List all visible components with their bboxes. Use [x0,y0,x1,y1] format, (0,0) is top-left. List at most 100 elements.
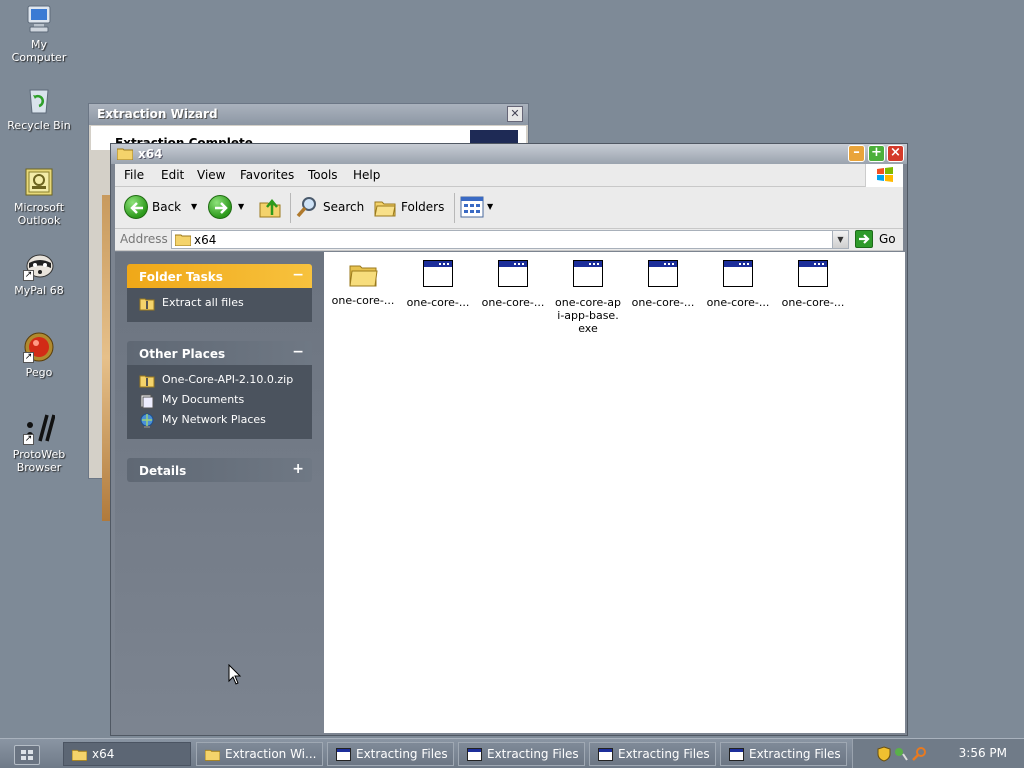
back-button[interactable]: Back ▼ [124,195,202,221]
search-label: Search [323,200,365,214]
forward-dropdown-icon[interactable]: ▼ [238,202,244,211]
file-item[interactable]: one-core-... [324,258,402,307]
mouse-cursor-icon [228,664,242,685]
back-arrow-icon [124,195,148,219]
views-dropdown-icon[interactable]: ▼ [487,202,493,211]
application-icon [422,260,454,292]
mypal-icon: ↗ [23,249,55,281]
up-folder-button[interactable] [258,195,284,221]
file-item[interactable]: one-core-... [399,258,477,309]
views-button[interactable]: ▼ [460,195,496,221]
taskbar-button-x64[interactable]: x64 [63,742,191,766]
task-pane: Folder Tasks − Extract all files Other P… [115,252,324,733]
network-places-icon [140,413,154,428]
desktop-icon-label: Pego [25,366,53,379]
expand-icon[interactable]: + [292,461,304,477]
folder-icon [347,258,379,290]
search-button[interactable]: Search [295,195,367,221]
collapse-icon[interactable]: − [292,344,304,360]
minimize-button[interactable]: – [848,145,865,162]
wizard-close-button[interactable]: ✕ [507,106,523,122]
desktop-icon-label: Microsoft [13,201,65,214]
address-dropdown-button[interactable]: ▼ [832,231,848,248]
folder-tasks-panel: Folder Tasks − Extract all files [127,264,312,322]
menu-edit[interactable]: Edit [161,168,184,182]
file-item[interactable]: one-core-... [699,258,777,309]
application-icon [797,260,829,292]
desktop-icon-recycle-bin[interactable]: Recycle Bin [0,84,78,132]
file-item[interactable]: one-core-... [474,258,552,309]
desktop-icon-label: Browser [16,461,62,474]
network-icon[interactable] [894,746,908,762]
menu-favorites[interactable]: Favorites [240,168,294,182]
forward-button[interactable]: ▼ [208,195,250,221]
desktop-icon-my-computer[interactable]: My Computer [0,3,78,64]
maximize-button[interactable]: + [868,145,885,162]
folder-tasks-body: Extract all files [127,288,312,322]
place-my-network-places[interactable]: My Network Places [139,411,302,431]
back-dropdown-icon[interactable]: ▼ [191,202,197,211]
taskbar-button-extracting-files[interactable]: Extracting Files [720,742,847,766]
application-icon [497,260,529,292]
file-view[interactable]: one-core-... one-core-... one-core-... o… [324,252,905,733]
file-name: one-core-... [781,296,845,309]
menu-help[interactable]: Help [353,168,380,182]
address-input[interactable]: x64 ▼ [171,230,849,249]
desktop-icon-label: Recycle Bin [7,119,71,132]
taskbar-label: Extraction Wi... [225,747,317,761]
protoweb-icon: ↗ [23,413,56,445]
pego-icon: ↗ [23,331,55,363]
place-zip-file[interactable]: One-Core-API-2.10.0.zip [139,371,302,391]
explorer-title-bar[interactable]: x64 – + × [111,144,907,164]
collapse-icon[interactable]: − [292,267,304,283]
other-places-header[interactable]: Other Places − [127,341,312,365]
file-name: one-core-... [331,294,395,307]
details-header[interactable]: Details + [127,458,312,482]
wizard-title: Extraction Wizard [97,107,218,121]
menu-view[interactable]: View [197,168,225,182]
taskbar-button-extracting-files[interactable]: Extracting Files [327,742,454,766]
toolbar-separator [454,193,455,223]
start-button[interactable] [14,745,40,765]
task-extract-all-files[interactable]: Extract all files [139,294,302,314]
folders-button[interactable]: Folders [373,195,447,221]
folder-icon [72,749,87,761]
folder-tasks-title: Folder Tasks [139,270,223,284]
desktop-icon-label: Computer [11,51,67,64]
explorer-window[interactable]: x64 – + × File Edit View Favorites Tools… [110,143,908,736]
taskbar-button-extracting-files[interactable]: Extracting Files [589,742,716,766]
window-icon [336,748,351,761]
menu-bar: File Edit View Favorites Tools Help [115,164,903,187]
folder-icon [175,234,191,246]
menu-tools[interactable]: Tools [308,168,338,182]
folder-tasks-header[interactable]: Folder Tasks − [127,264,312,288]
file-item[interactable]: one-core-... [774,258,852,309]
system-tray: 3:56 PM [852,739,1024,768]
folders-icon [374,201,396,217]
taskbar-label: x64 [92,747,115,761]
taskbar-button-extraction-wizard[interactable]: Extraction Wi... [196,742,323,766]
desktop-icon-outlook[interactable]: Microsoft Outlook [0,166,78,227]
clock[interactable]: 3:56 PM [959,746,1007,760]
close-button[interactable]: × [887,145,904,162]
zip-folder-icon [205,749,220,761]
outlook-icon [23,166,55,198]
views-icon [460,196,484,218]
place-my-documents[interactable]: My Documents [139,391,302,411]
up-folder-icon [259,199,281,218]
security-shield-icon[interactable] [877,746,891,762]
details-title: Details [139,464,187,478]
desktop-icon-mypal[interactable]: ↗ MyPal 68 [0,249,78,297]
file-item[interactable]: one-core-... [624,258,702,309]
folder-icon [117,148,133,160]
taskbar-button-extracting-files[interactable]: Extracting Files [458,742,585,766]
desktop-icon-label: MyPal 68 [14,284,64,297]
go-arrow-icon [855,230,873,248]
file-item[interactable]: one-core-ap i-app-base. exe [549,258,627,335]
menu-file[interactable]: File [124,168,144,182]
toolbar: Back ▼ ▼ Search Folders ▼ [115,187,903,229]
search-tray-icon[interactable] [911,746,927,762]
desktop-icon-protoweb[interactable]: ↗ ProtoWeb Browser [0,413,78,474]
wizard-title-bar[interactable]: Extraction Wizard [89,104,528,125]
desktop-icon-pego[interactable]: ↗ Pego [0,331,78,379]
